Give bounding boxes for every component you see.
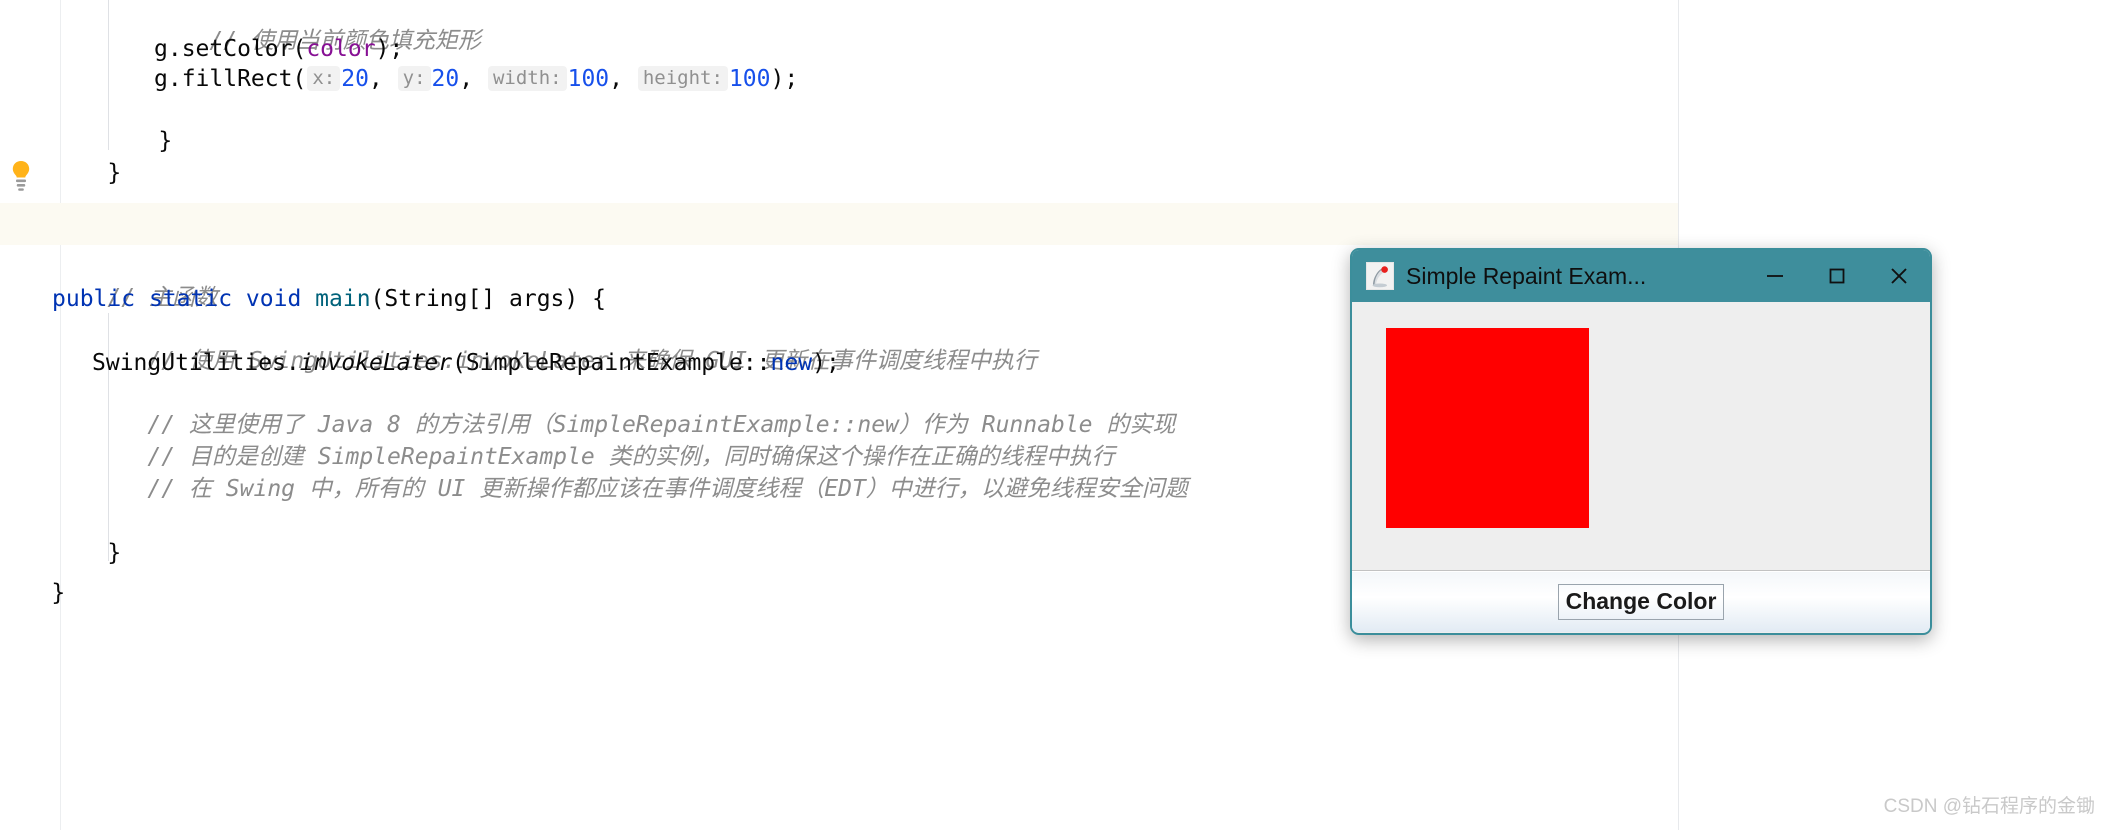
window-button-panel: Change Color [1352,571,1930,632]
method-name-main: main [315,286,371,312]
comma: , [459,66,474,92]
window-controls [1744,250,1930,302]
param-hint-width: width: [487,66,567,91]
fillrect-height-value: 100 [728,66,771,92]
change-color-button[interactable]: Change Color [1557,584,1725,620]
gutter-divider [60,0,61,830]
param-hint-height: height: [637,66,728,91]
keyword-void: void [245,286,302,312]
close-icon [1891,268,1907,284]
minimize-button[interactable] [1744,250,1806,302]
code-line-close-outer[interactable]: } [0,548,65,638]
java-duke-icon [1366,262,1394,290]
swing-app-window[interactable]: Simple Repaint Exam... Change Color [1350,248,1932,635]
comma: , [368,66,383,92]
close-button[interactable] [1868,250,1930,302]
fillrect-y-value: 20 [431,66,460,92]
minimize-icon [1767,275,1783,277]
code-line-invokelater-call[interactable]: SwingUtilities.invokeLater(SimpleRepaint… [92,348,840,378]
paint-canvas[interactable] [1352,302,1930,571]
closing-brace: } [51,580,66,606]
filled-rectangle [1386,328,1589,528]
code-line-main-signature[interactable]: public static void main(String[] args) { [52,284,606,314]
code-line-close-class[interactable]: } [52,128,121,218]
editor-gutter[interactable] [0,0,42,830]
closing-brace: } [107,540,122,566]
maximize-icon [1829,268,1845,284]
code-line-setcolor[interactable]: g.setColor(color); [154,34,403,64]
caret-line-highlight [0,203,1678,245]
keyword-static: static [148,286,233,312]
fillrect-call: g.fillRect( [154,66,307,92]
window-title: Simple Repaint Exam... [1406,262,1647,289]
color-field-token: color [306,36,376,62]
comma: , [609,66,623,92]
keyword-new: new [770,350,813,376]
code-line-comment-edt[interactable]: // 在 Swing 中，所有的 UI 更新操作都应该在事件调度线程（EDT）中… [92,444,1188,534]
main-signature-tail: (String[] args) { [370,286,606,312]
closing-brace: } [158,128,173,154]
code-line-fillrect[interactable]: g.fillRect(x: 20, y: 20, width: 100, height… [154,64,798,94]
csdn-watermark: CSDN @钻石程序的金锄 [1883,796,2095,817]
invokelater-token: invokeLater [299,350,453,376]
invoke-tail: ); [812,350,840,376]
swingutilities-token: SwingUtilities. [92,350,300,376]
setcolor-tail: ); [375,36,404,62]
invoke-args-head: (SimpleRepaintExample:: [452,350,771,376]
param-hint-y: y: [397,66,431,91]
lightbulb-glyph [12,161,30,191]
param-hint-x: x: [307,66,341,91]
fillrect-x-value: 20 [341,66,369,92]
comment-text: // 在 Swing 中，所有的 UI 更新操作都应该在事件调度线程（EDT）中… [147,476,1188,502]
fillrect-width-value: 100 [567,66,610,92]
keyword-public: public [52,286,136,312]
closing-brace: } [107,160,122,186]
fillrect-tail: ); [770,66,799,92]
maximize-button[interactable] [1806,250,1868,302]
window-titlebar[interactable]: Simple Repaint Exam... [1352,250,1930,302]
setcolor-call: g.setColor( [154,36,307,62]
lightbulb-icon[interactable] [10,160,32,192]
